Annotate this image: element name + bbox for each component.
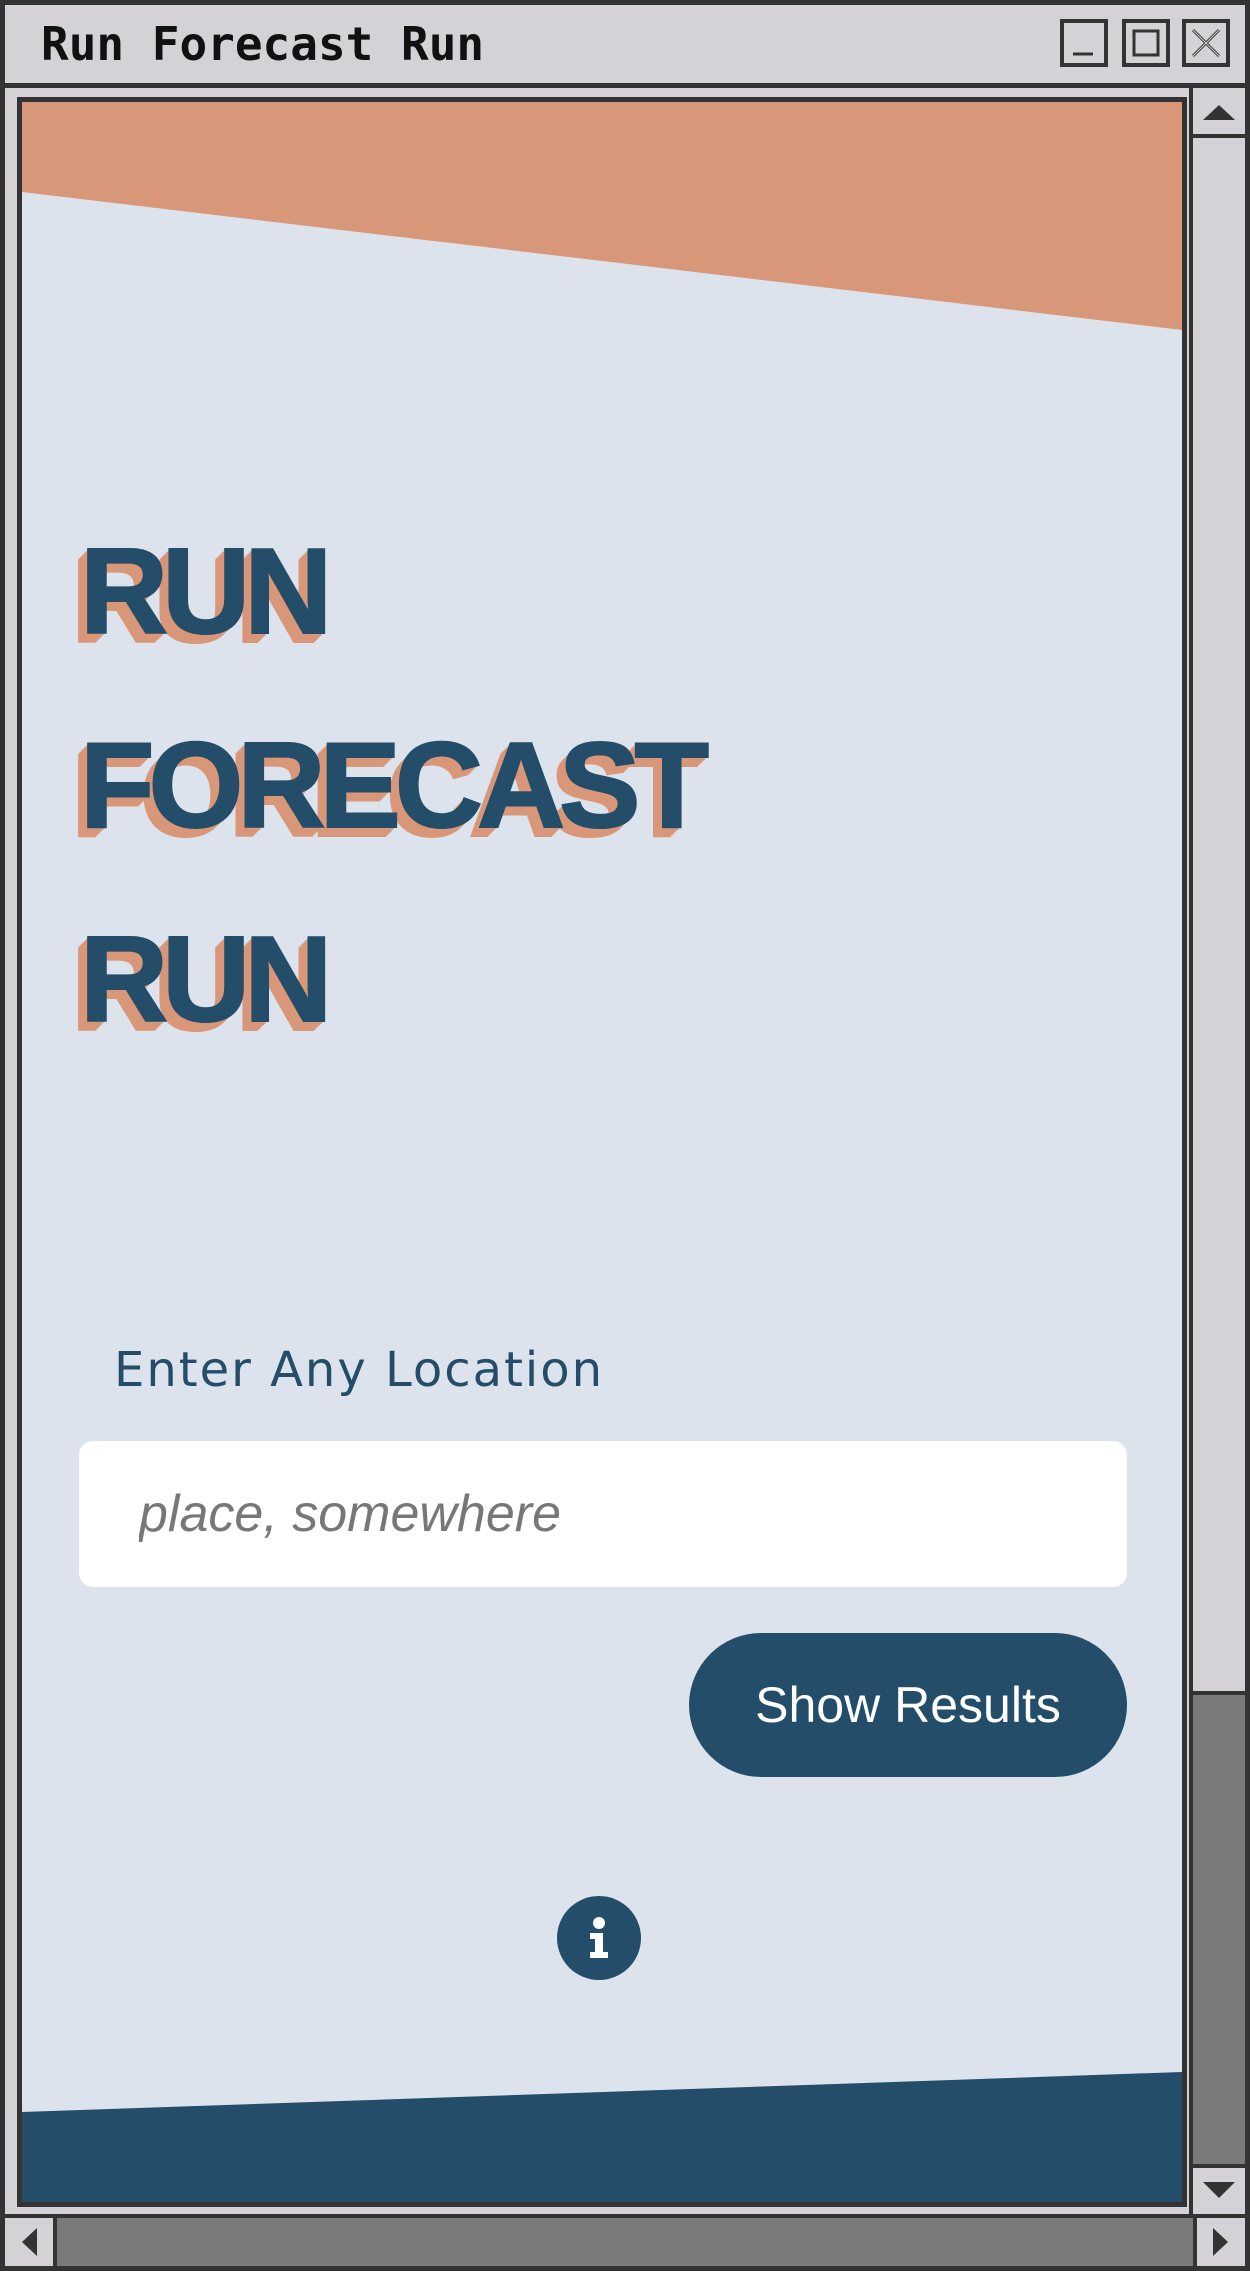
minimize-icon xyxy=(1073,52,1093,56)
hero-title-line-3: RUN xyxy=(79,911,333,1047)
window-title: Run Forecast Run xyxy=(41,17,485,71)
info-icon xyxy=(590,1917,608,1958)
hero-title-line-2: FORECAST xyxy=(79,717,710,853)
scroll-left-button[interactable] xyxy=(5,2218,57,2266)
decorative-background xyxy=(22,102,1182,2202)
arrow-left-icon xyxy=(22,2228,37,2256)
maximize-button[interactable] xyxy=(1122,19,1170,67)
hero-title-line-1: RUN xyxy=(79,523,333,659)
vertical-scroll-track[interactable] xyxy=(1193,1695,1245,2164)
horizontal-scrollbar[interactable] xyxy=(5,2214,1245,2266)
close-icon xyxy=(1191,28,1221,58)
scroll-down-button[interactable] xyxy=(1193,2164,1245,2214)
show-results-button[interactable]: Show Results xyxy=(689,1633,1127,1777)
app-window: Run Forecast Run RUN FORECAST RUN Enter … xyxy=(0,0,1250,2271)
scroll-right-button[interactable] xyxy=(1193,2218,1245,2266)
close-button[interactable] xyxy=(1182,19,1230,67)
arrow-up-icon xyxy=(1203,105,1235,120)
location-input[interactable] xyxy=(79,1441,1127,1587)
title-bar[interactable]: Run Forecast Run xyxy=(5,5,1245,88)
info-button[interactable] xyxy=(557,1896,641,1980)
app-viewport: RUN FORECAST RUN Enter Any Location Show… xyxy=(17,97,1187,2207)
top-orange-band xyxy=(22,102,1182,330)
bottom-navy-band xyxy=(22,2072,1182,2202)
scroll-up-button[interactable] xyxy=(1193,88,1245,138)
location-label: Enter Any Location xyxy=(114,1342,605,1398)
arrow-right-icon xyxy=(1213,2228,1228,2256)
vertical-scroll-thumb[interactable] xyxy=(1193,138,1245,1695)
minimize-button[interactable] xyxy=(1060,19,1108,67)
maximize-icon xyxy=(1132,29,1160,57)
vertical-scrollbar[interactable] xyxy=(1189,88,1245,2214)
arrow-down-icon xyxy=(1203,2182,1235,2198)
